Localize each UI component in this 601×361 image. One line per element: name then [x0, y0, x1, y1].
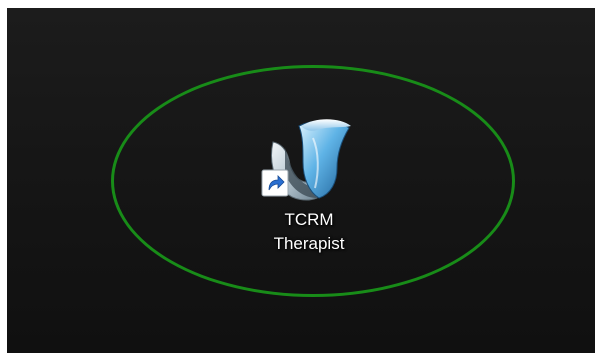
- shortcut-label-line1: TCRM: [284, 210, 334, 229]
- tcrm-therapist-shortcut[interactable]: TCRM Therapist: [243, 112, 375, 262]
- shortcut-label-line2: Therapist: [273, 234, 345, 253]
- shortcut-arrow-icon: [261, 169, 289, 197]
- shortcut-label: TCRM Therapist: [243, 208, 375, 256]
- desktop-area: TCRM Therapist: [7, 8, 595, 353]
